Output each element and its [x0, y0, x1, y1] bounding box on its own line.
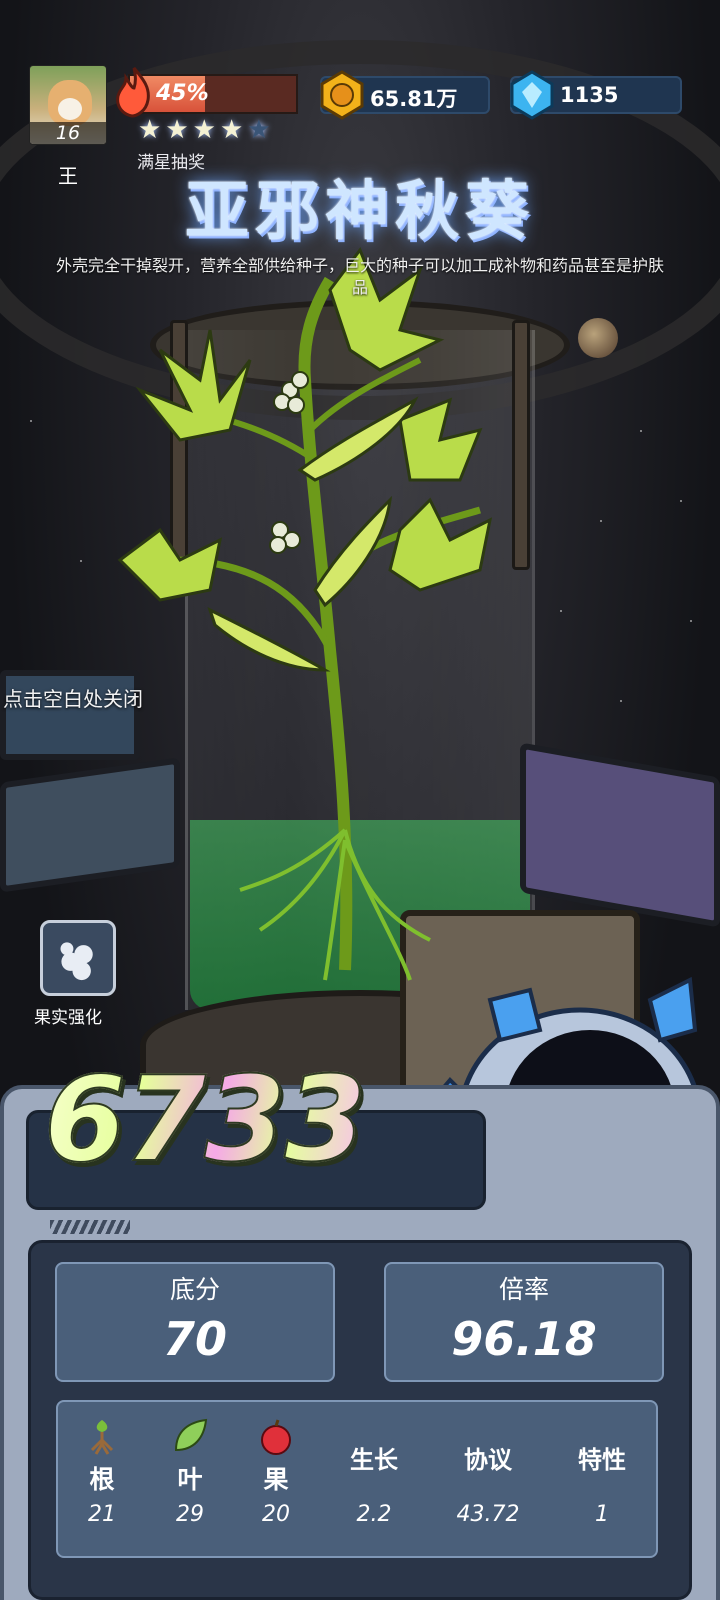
gem-counter[interactable]: 1135: [510, 70, 682, 120]
shiba-dog-image: [48, 80, 92, 126]
stat-value: 20: [262, 1502, 290, 1527]
base-score-label: 底分: [169, 1275, 220, 1304]
base-score-value: 70: [162, 1312, 227, 1366]
player-avatar[interactable]: 16: [29, 65, 107, 145]
star-filled-icon: ★: [138, 115, 162, 145]
root-icon: [90, 1420, 114, 1455]
stat-name: 特性: [578, 1446, 626, 1474]
leaf-icon: [174, 1418, 208, 1452]
plant-name: 亚邪神秋葵: [185, 175, 535, 249]
star-rating: ★ ★ ★ ★ ★: [138, 116, 271, 144]
stat-name: 果: [263, 1465, 289, 1494]
base-score-box: 底分 70: [55, 1262, 335, 1382]
stat-value: 1: [595, 1502, 609, 1527]
rate-label: 倍率: [498, 1275, 549, 1304]
stats-table: 根 21 叶 29 果 20 生长 2.2 协议 43.72 特性 1: [56, 1400, 658, 1558]
gold-counter[interactable]: 65.81万: [320, 70, 490, 120]
rate-value: 96.18: [451, 1312, 597, 1366]
close-hint: 点击空白处关闭: [3, 687, 143, 711]
gem-icon: [510, 70, 554, 120]
star-filled-icon: ★: [165, 115, 189, 145]
stat-leaf: 叶 29: [150, 1402, 230, 1527]
okra-plant-illustration: [117, 246, 493, 981]
stat-growth: 生长 2.2: [334, 1402, 414, 1527]
stat-fruit: 果 20: [236, 1402, 316, 1527]
stat-root: 根 21: [62, 1402, 142, 1527]
stat-protocol: 协议 43.72: [448, 1402, 528, 1527]
progress-text: 45%: [156, 81, 209, 106]
stat-value: 2.2: [356, 1502, 392, 1527]
planet-icon: [578, 318, 618, 358]
berries-icon: [60, 942, 93, 981]
stat-trait: 特性 1: [562, 1402, 642, 1527]
star-filled-icon: ★: [192, 115, 216, 145]
gold-coin-icon: [320, 70, 364, 120]
stat-value: 43.72: [456, 1502, 520, 1527]
gem-value: 1135: [560, 83, 619, 107]
stat-name: 叶: [177, 1465, 203, 1494]
plant-description: 外壳完全干掉裂开，营养全部供给种子，巨大的种子可以加工成补物和药品甚至是护肤品: [55, 256, 664, 297]
player-level: 16: [30, 122, 106, 144]
star-empty-icon: ★: [247, 115, 271, 145]
fruit-upgrade-button[interactable]: [40, 920, 116, 996]
star-filled-icon: ★: [219, 115, 244, 145]
stat-value: 29: [176, 1502, 204, 1527]
panel-stripes: [50, 1220, 130, 1234]
stat-name: 根: [89, 1465, 115, 1494]
fruit-upgrade-label: 果实强化: [34, 1008, 102, 1028]
rate-box: 倍率 96.18: [384, 1262, 664, 1382]
stat-name: 生长: [350, 1446, 398, 1474]
stat-name: 协议: [464, 1446, 512, 1474]
total-score: 6733: [43, 1049, 367, 1189]
stat-value: 21: [88, 1502, 116, 1527]
flame-icon: [116, 67, 150, 118]
apple-icon: [261, 1419, 291, 1455]
gold-value: 65.81万: [370, 87, 458, 111]
